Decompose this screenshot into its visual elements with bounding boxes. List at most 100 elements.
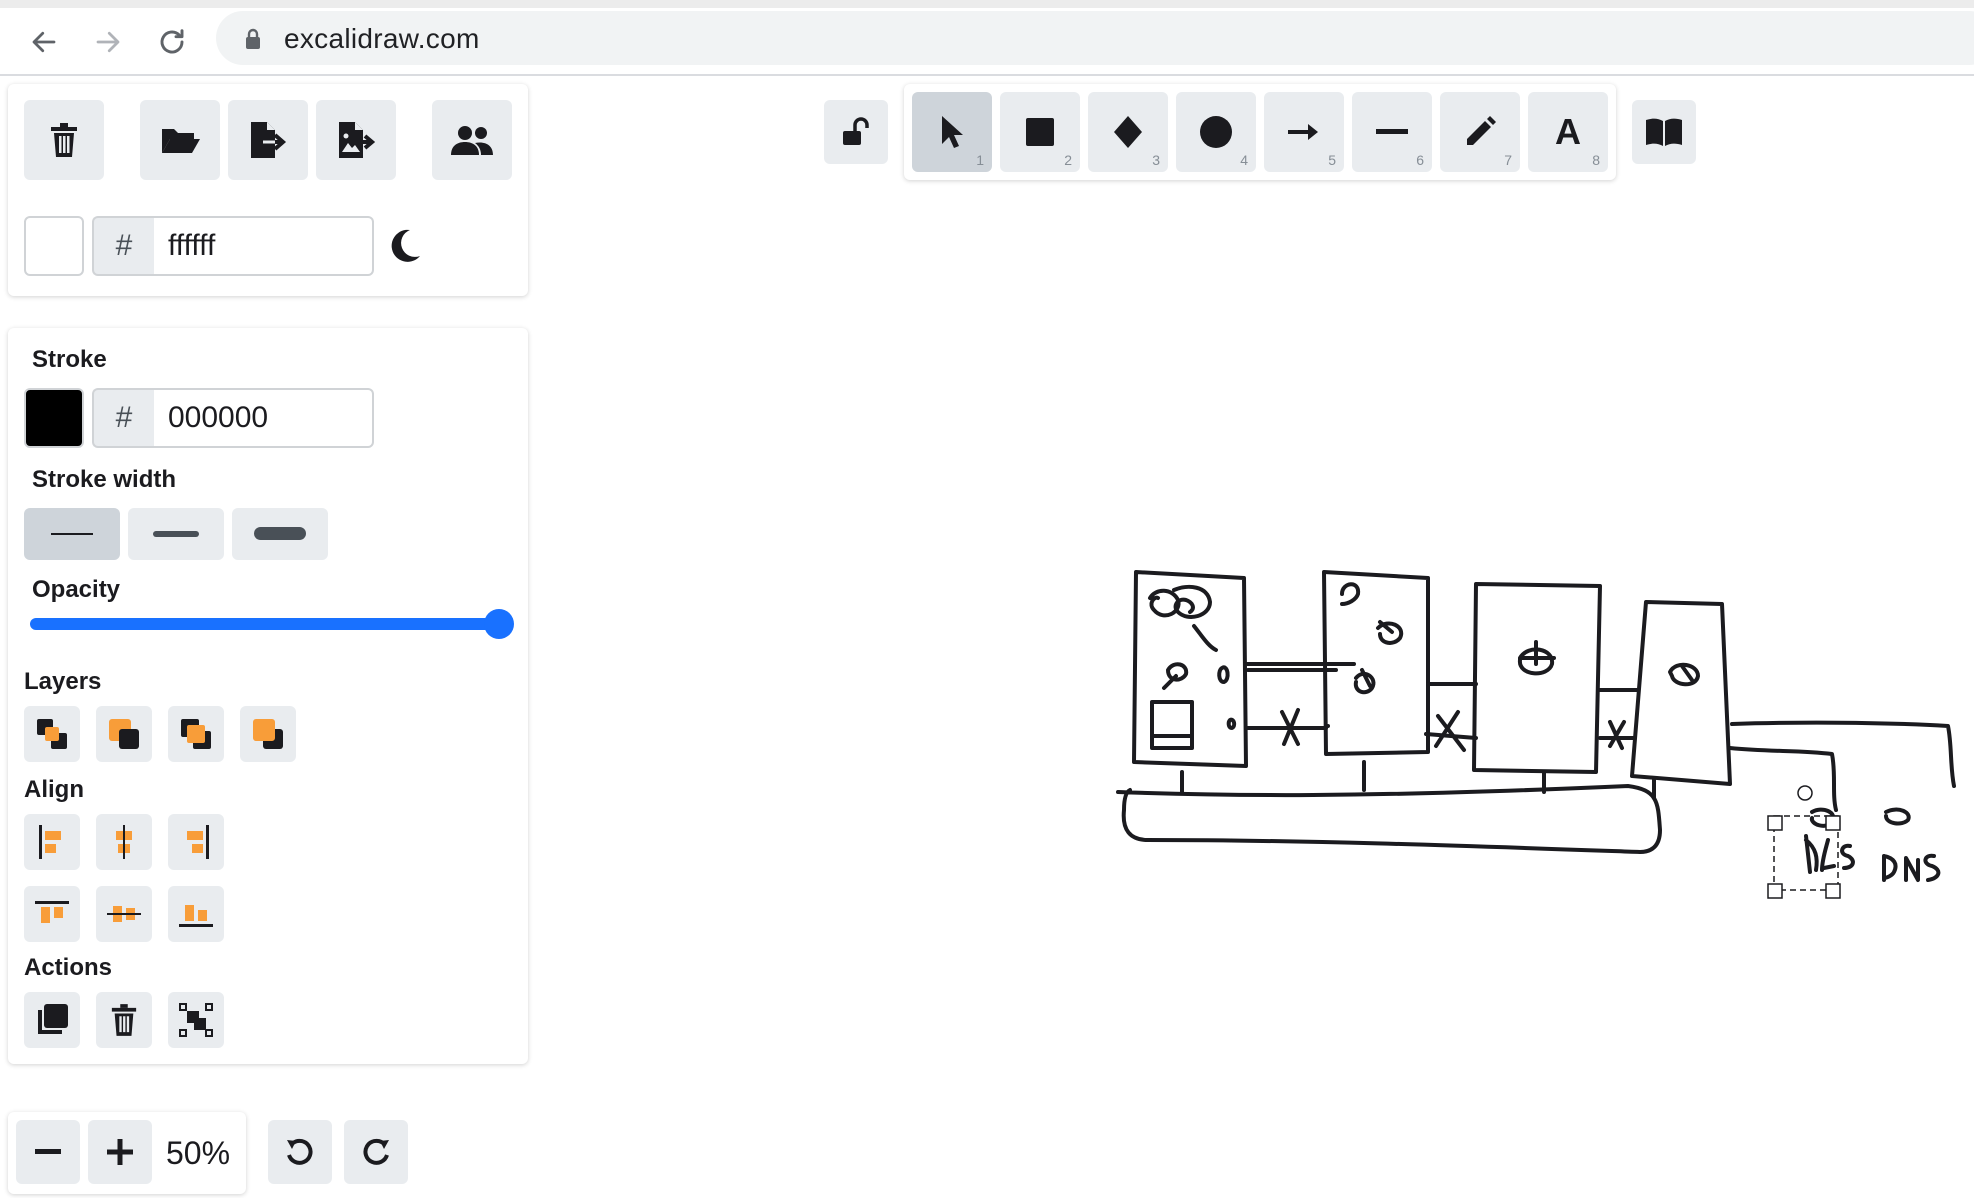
text-icon: A: [1555, 111, 1581, 152]
align-top-icon: [35, 901, 69, 923]
opacity-slider-thumb[interactable]: [484, 609, 514, 639]
tool-rectangle[interactable]: 2: [1000, 92, 1080, 172]
send-backward-button[interactable]: [96, 706, 152, 762]
tool-diamond[interactable]: 3: [1088, 92, 1168, 172]
stroke-color-swatch[interactable]: [24, 388, 84, 448]
tool-shortcut: 3: [1152, 152, 1160, 168]
hash-prefix: #: [92, 216, 154, 276]
align-bottom-button[interactable]: [168, 886, 224, 942]
duplicate-icon: [38, 1004, 68, 1034]
tool-shortcut: 2: [1064, 152, 1072, 168]
delete-button[interactable]: [96, 992, 152, 1048]
bold-line-icon: [153, 531, 199, 537]
bring-forward-button[interactable]: [168, 706, 224, 762]
save-button[interactable]: [228, 100, 308, 180]
pencil-icon: [1467, 116, 1496, 145]
align-label: Align: [24, 776, 84, 803]
bring-forward-icon: [181, 719, 211, 749]
unlock-icon: [843, 117, 869, 145]
sketch-server-4: [1630, 600, 1732, 786]
tool-text[interactable]: A 8: [1528, 92, 1608, 172]
actions-label: Actions: [24, 954, 113, 981]
square-icon: [1026, 118, 1054, 146]
stroke-width-thin[interactable]: [24, 508, 120, 560]
thin-line-icon: [51, 533, 93, 535]
collaboration-button[interactable]: [432, 100, 512, 180]
library-button[interactable]: [1632, 100, 1696, 164]
tool-shortcut: 4: [1240, 152, 1248, 168]
lock-tool-button[interactable]: [824, 100, 888, 164]
circle-icon: [1200, 116, 1232, 148]
canvas-sketch[interactable]: [1080, 550, 1960, 930]
url-text: excalidraw.com: [284, 23, 480, 54]
tool-line[interactable]: 6: [1352, 92, 1432, 172]
zoom-in-button[interactable]: [88, 1120, 152, 1184]
users-icon: [451, 126, 493, 155]
stroke-width-label: Stroke width: [32, 466, 177, 493]
tool-draw[interactable]: 7: [1440, 92, 1520, 172]
undo-button[interactable]: [268, 1120, 332, 1184]
group-icon: [179, 1003, 213, 1037]
canvas-background-input[interactable]: [154, 216, 374, 276]
sketch-server-3: [1472, 582, 1602, 774]
line-icon: [1376, 129, 1408, 134]
group-button[interactable]: [168, 992, 224, 1048]
tool-shortcut: 6: [1416, 152, 1424, 168]
file-export-icon: [251, 122, 287, 158]
align-left-button[interactable]: [24, 814, 80, 870]
tool-shortcut: 7: [1504, 152, 1512, 168]
zoom-out-button[interactable]: [16, 1120, 80, 1184]
layers-label: Layers: [24, 668, 102, 695]
opacity-label: Opacity: [32, 576, 121, 603]
back-button[interactable]: [20, 18, 68, 66]
send-backward-icon: [109, 719, 139, 749]
trash-icon: [111, 1004, 137, 1036]
bring-to-front-button[interactable]: [240, 706, 296, 762]
image-export-icon: [339, 122, 375, 158]
browser-tab-strip: [0, 0, 1974, 8]
arrow-icon: [1288, 124, 1318, 140]
reload-icon: [160, 29, 184, 54]
undo-icon: [287, 1138, 313, 1165]
align-right-icon: [187, 825, 209, 859]
forward-button[interactable]: [84, 18, 132, 66]
send-to-back-button[interactable]: [24, 706, 80, 762]
align-top-button[interactable]: [24, 886, 80, 942]
trash-icon: [51, 123, 77, 157]
tool-shortcut: 5: [1328, 152, 1336, 168]
bring-to-front-icon: [253, 719, 283, 749]
tool-shortcut: 8: [1592, 152, 1600, 168]
tool-ellipse[interactable]: 4: [1176, 92, 1256, 172]
stroke-color-input[interactable]: [154, 388, 374, 448]
tool-arrow[interactable]: 5: [1264, 92, 1344, 172]
dark-mode-toggle[interactable]: [388, 228, 428, 268]
canvas-background-swatch[interactable]: [24, 216, 84, 276]
zoom-level[interactable]: 50%: [166, 1135, 230, 1172]
tool-selection[interactable]: 1: [912, 92, 992, 172]
sketch-bus: [1116, 784, 1662, 854]
redo-button[interactable]: [344, 1120, 408, 1184]
tool-shortcut: 1: [976, 152, 984, 168]
clear-canvas-button[interactable]: [24, 100, 104, 180]
open-button[interactable]: [140, 100, 220, 180]
align-vertical-center-button[interactable]: [96, 886, 152, 942]
plus-icon: [107, 1139, 133, 1165]
hash-prefix: #: [92, 388, 154, 448]
align-horizontal-center-button[interactable]: [96, 814, 152, 870]
lock-icon: [246, 28, 260, 49]
align-right-button[interactable]: [168, 814, 224, 870]
stroke-width-bold[interactable]: [128, 508, 224, 560]
cursor-icon: [942, 116, 963, 148]
address-bar[interactable]: excalidraw.com: [216, 11, 1974, 65]
duplicate-button[interactable]: [24, 992, 80, 1048]
moon-icon: [391, 229, 420, 262]
extra-bold-line-icon: [254, 527, 306, 540]
reload-button[interactable]: [148, 18, 196, 66]
folder-open-icon: [162, 129, 200, 153]
opacity-slider[interactable]: [30, 618, 500, 630]
export-image-button[interactable]: [316, 100, 396, 180]
redo-icon: [363, 1138, 389, 1165]
sketch-nas-label: [1804, 834, 1855, 874]
stroke-width-extra-bold[interactable]: [232, 508, 328, 560]
browser-toolbar: excalidraw.com: [0, 0, 1974, 76]
